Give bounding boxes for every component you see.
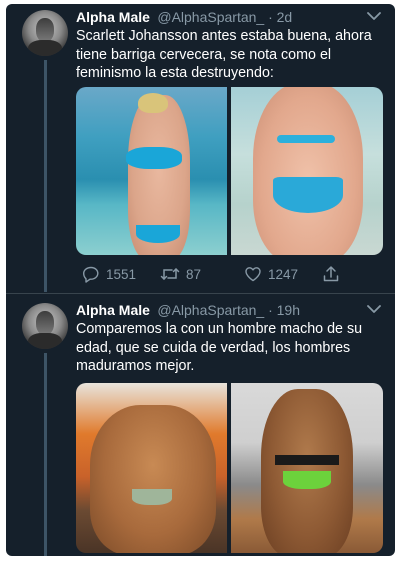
photo[interactable] <box>76 87 227 255</box>
chevron-down-icon[interactable] <box>367 11 381 21</box>
tweet-actions: 1551 87 1247 <box>76 263 376 285</box>
avatar[interactable] <box>22 303 68 349</box>
display-name[interactable]: Alpha Male <box>76 302 150 318</box>
tweet-text: Comparemos la con un hombre macho de su … <box>76 321 363 374</box>
retweet-icon <box>160 268 180 280</box>
reply-button[interactable]: 1551 <box>82 263 136 285</box>
reply-count: 1551 <box>106 266 137 282</box>
tweet-text: Scarlett Johansson antes estaba buena, a… <box>76 28 372 81</box>
tweet-header: Alpha Male @AlphaSpartan_ · 19h <box>76 302 385 320</box>
handle-and-time[interactable]: @AlphaSpartan_ · 2d <box>157 9 292 25</box>
photo[interactable] <box>231 383 383 553</box>
tweet-header: Alpha Male @AlphaSpartan_ · 2d <box>76 9 385 27</box>
thread-line <box>44 353 47 556</box>
retweet-count: 87 <box>186 266 202 282</box>
retweet-button[interactable]: 87 <box>160 263 201 285</box>
thread-line <box>44 60 47 292</box>
like-icon <box>245 267 261 282</box>
share-button[interactable] <box>322 263 340 285</box>
like-button[interactable]: 1247 <box>244 263 298 285</box>
chevron-down-icon[interactable] <box>367 304 381 314</box>
handle-and-time[interactable]: @AlphaSpartan_ · 19h <box>157 302 300 318</box>
tweet[interactable]: Alpha Male @AlphaSpartan_ · 19h Comparem… <box>6 297 395 556</box>
tweet[interactable]: Alpha Male @AlphaSpartan_ · 2d Scarlett … <box>6 4 395 292</box>
divider <box>6 293 395 294</box>
photo[interactable] <box>76 383 227 553</box>
media-grid <box>76 87 383 255</box>
avatar[interactable] <box>22 10 68 56</box>
display-name[interactable]: Alpha Male <box>76 9 150 25</box>
like-count: 1247 <box>268 266 299 282</box>
photo[interactable] <box>231 87 383 255</box>
media-grid <box>76 383 383 553</box>
share-icon <box>323 266 339 282</box>
reply-icon <box>83 266 99 283</box>
timeline: Alpha Male @AlphaSpartan_ · 2d Scarlett … <box>6 4 395 556</box>
